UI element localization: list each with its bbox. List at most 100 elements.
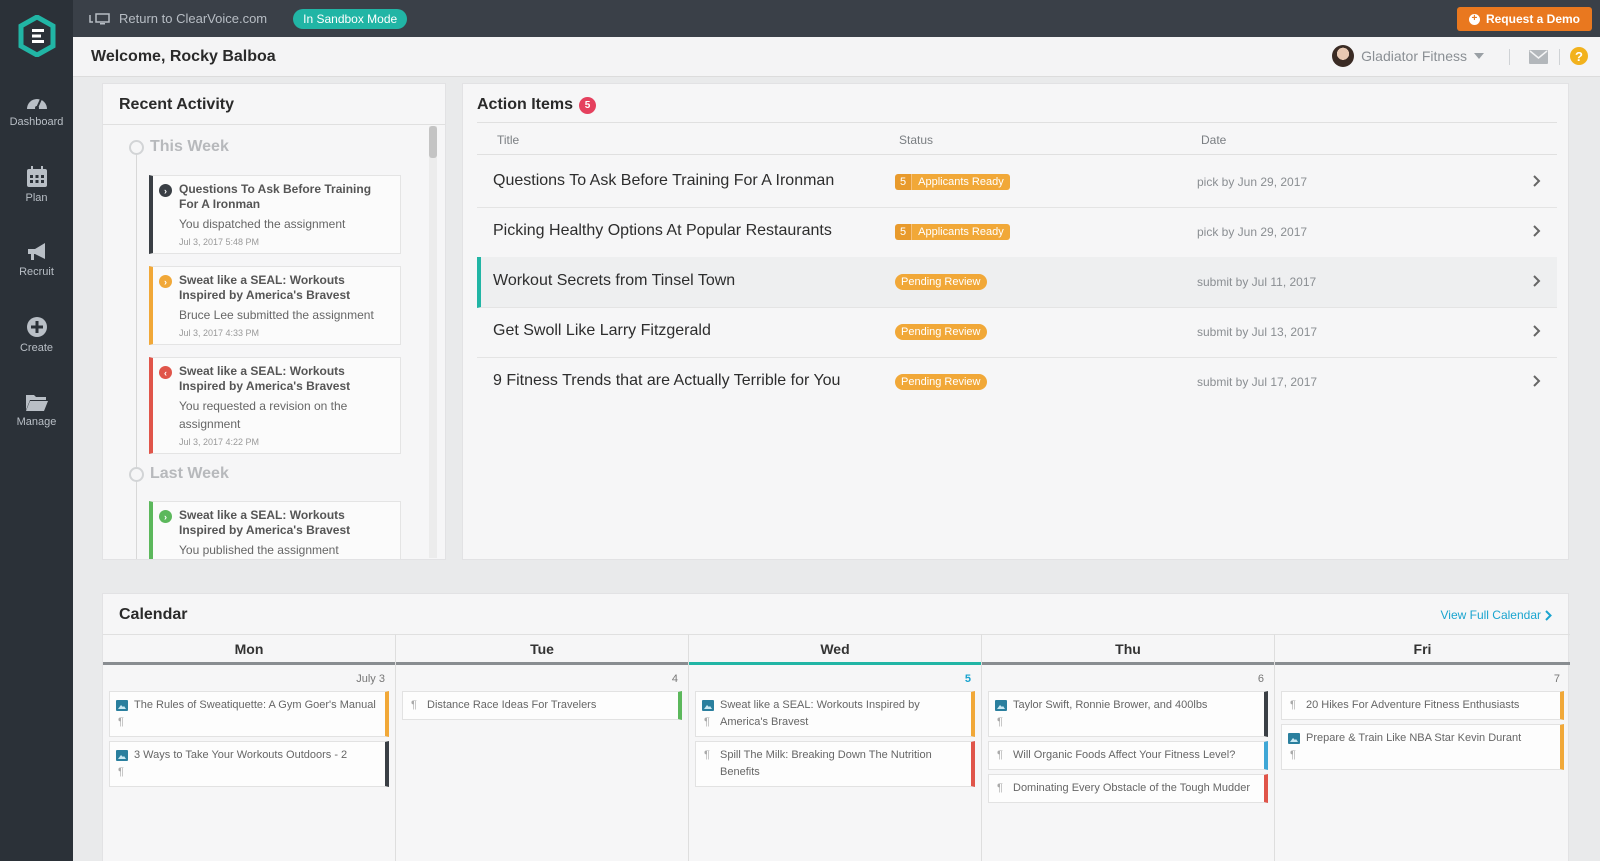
nav-manage[interactable]: Manage bbox=[0, 372, 73, 447]
row-date: submit by Jul 11, 2017 bbox=[1197, 275, 1317, 289]
calendar-day-wed: Wed 5 Sweat like a SEAL: Workouts Inspir… bbox=[689, 634, 982, 861]
activity-time: Jul 3, 2017 4:33 PM bbox=[179, 328, 260, 338]
action-items-title-text: Action Items bbox=[477, 96, 574, 113]
activity-time: Jul 3, 2017 4:22 PM bbox=[179, 437, 260, 447]
activity-title: Questions To Ask Before Training For A I… bbox=[179, 182, 372, 211]
paragraph-icon: ¶ bbox=[997, 716, 1003, 728]
divider bbox=[1509, 49, 1510, 65]
scroll-thumb[interactable] bbox=[429, 126, 437, 158]
chevron-right-icon bbox=[1533, 325, 1541, 337]
table-row[interactable]: Get Swoll Like Larry Fitzgerald Pending … bbox=[477, 307, 1557, 358]
chevron-right-icon bbox=[1533, 375, 1541, 387]
status-label: Pending Review bbox=[895, 374, 987, 390]
activity-desc: You published the assignment bbox=[179, 543, 339, 557]
calendar-event[interactable]: ¶ 20 Hikes For Adventure Fitness Enthusi… bbox=[1281, 691, 1564, 720]
calendar-event[interactable]: ¶ Dominating Every Obstacle of the Tough… bbox=[988, 774, 1268, 803]
clearvoice-logo[interactable] bbox=[0, 0, 73, 72]
calendar-event[interactable]: Prepare & Train Like NBA Star Kevin Dura… bbox=[1281, 724, 1564, 770]
plus-circle-icon: + bbox=[1468, 13, 1480, 25]
row-title: Workout Secrets from Tinsel Town bbox=[493, 272, 736, 289]
nav-plan[interactable]: Plan bbox=[0, 147, 73, 222]
mail-icon[interactable] bbox=[1529, 50, 1548, 64]
table-header: Title Status Date bbox=[477, 122, 1557, 155]
calendar-event[interactable]: ¶ Spill The Milk: Breaking Down The Nutr… bbox=[695, 741, 975, 787]
calendar-event[interactable]: Taylor Swift, Ronnie Brower, and 400lbs … bbox=[988, 691, 1268, 737]
activity-item[interactable]: › Sweat like a SEAL: Workouts Inspired b… bbox=[149, 266, 401, 345]
activity-item[interactable]: ‹ Sweat like a SEAL: Workouts Inspired b… bbox=[149, 357, 401, 454]
paragraph-icon: ¶ bbox=[704, 749, 710, 761]
nav-dashboard[interactable]: Dashboard bbox=[0, 72, 73, 147]
account-name: Gladiator Fitness bbox=[1361, 48, 1467, 64]
table-row[interactable]: Picking Healthy Options At Popular Resta… bbox=[477, 207, 1557, 258]
row-date: submit by Jul 17, 2017 bbox=[1197, 375, 1318, 389]
recent-activity-panel: Recent Activity This Week › Questions To… bbox=[102, 83, 446, 560]
event-title: 20 Hikes For Adventure Fitness Enthusias… bbox=[1306, 699, 1520, 711]
image-icon bbox=[702, 700, 714, 711]
activity-desc: You dispatched the assignment bbox=[179, 217, 346, 231]
status-count: 5 bbox=[895, 224, 913, 240]
arrow-left-circle-icon: ‹ bbox=[159, 366, 172, 379]
activity-title: Sweat like a SEAL: Workouts Inspired by … bbox=[179, 364, 351, 393]
paragraph-icon: ¶ bbox=[118, 716, 124, 728]
request-demo-button[interactable]: + Request a Demo bbox=[1456, 7, 1592, 31]
row-title: 9 Fitness Trends that are Actually Terri… bbox=[493, 372, 841, 389]
timeline-dot bbox=[129, 139, 144, 155]
paragraph-icon: ¶ bbox=[997, 749, 1003, 761]
calendar-event[interactable]: 3 Ways to Take Your Workouts Outdoors - … bbox=[109, 741, 389, 787]
return-link[interactable]: Return to ClearVoice.com bbox=[89, 11, 267, 26]
arrow-right-circle-icon: › bbox=[159, 184, 172, 197]
calendar-event[interactable]: The Rules of Sweatiquette: A Gym Goer's … bbox=[109, 691, 389, 737]
top-bar: Return to ClearVoice.com In Sandbox Mode… bbox=[73, 0, 1600, 37]
row-date: pick by Jun 29, 2017 bbox=[1197, 175, 1308, 189]
day-header: Thu bbox=[982, 634, 1274, 665]
calendar-day-tue: Tue 4 ¶ Distance Race Ideas For Traveler… bbox=[396, 634, 689, 861]
column-header-status: Status bbox=[899, 133, 934, 147]
nav-create[interactable]: Create bbox=[0, 297, 73, 372]
column-header-date: Date bbox=[1201, 133, 1227, 147]
calendar-event[interactable]: ¶ Distance Race Ideas For Travelers bbox=[402, 691, 682, 720]
paragraph-icon: ¶ bbox=[1290, 749, 1296, 761]
status-badge: 5 Applicants Ready bbox=[895, 224, 1010, 240]
day-header: Fri bbox=[1275, 634, 1570, 665]
image-icon bbox=[116, 750, 128, 761]
week-label-this: This Week bbox=[129, 138, 229, 156]
page-title: Welcome, Rocky Balboa bbox=[91, 47, 276, 65]
image-icon bbox=[1288, 733, 1300, 744]
row-date: pick by Jun 29, 2017 bbox=[1197, 225, 1308, 239]
recent-activity-title: Recent Activity bbox=[119, 96, 234, 113]
event-title: Spill The Milk: Breaking Down The Nutrit… bbox=[720, 749, 932, 778]
table-row[interactable]: Questions To Ask Before Training For A I… bbox=[477, 157, 1557, 208]
week-label-last: Last Week bbox=[129, 465, 229, 483]
event-title: Will Organic Foods Affect Your Fitness L… bbox=[1013, 749, 1236, 761]
nav-label: Manage bbox=[16, 415, 57, 428]
nav-recruit[interactable]: Recruit bbox=[0, 222, 73, 297]
help-icon[interactable]: ? bbox=[1570, 47, 1588, 65]
calendar-event[interactable]: ¶ Will Organic Foods Affect Your Fitness… bbox=[988, 741, 1268, 770]
activity-item[interactable]: › Questions To Ask Before Training For A… bbox=[149, 175, 401, 254]
activity-title: Sweat like a SEAL: Workouts Inspired by … bbox=[179, 273, 351, 302]
status-label: Pending Review bbox=[895, 324, 987, 340]
row-date: submit by Jul 13, 2017 bbox=[1197, 325, 1318, 339]
nav-label: Create bbox=[19, 341, 54, 354]
activity-desc: Bruce Lee submitted the assignment bbox=[179, 308, 374, 322]
chevron-right-icon bbox=[1533, 225, 1541, 237]
calendar-panel: Calendar View Full Calendar Mon July 3 T… bbox=[102, 593, 1570, 861]
nav-label: Plan bbox=[25, 191, 48, 204]
table-row[interactable]: Workout Secrets from Tinsel Town Pending… bbox=[477, 257, 1557, 308]
table-row[interactable]: 9 Fitness Trends that are Actually Terri… bbox=[477, 357, 1557, 408]
activity-item[interactable]: › Sweat like a SEAL: Workouts Inspired b… bbox=[149, 501, 401, 559]
account-switcher[interactable]: Gladiator Fitness bbox=[1332, 45, 1484, 67]
day-header: Tue bbox=[396, 634, 688, 665]
column-header-title: Title bbox=[497, 133, 520, 147]
avatar bbox=[1332, 45, 1355, 67]
calendar-day-fri: Fri 7 ¶ 20 Hikes For Adventure Fitness E… bbox=[1275, 634, 1570, 861]
view-full-calendar-link[interactable]: View Full Calendar bbox=[1441, 608, 1553, 622]
day-date: July 3 bbox=[356, 673, 385, 685]
event-title: The Rules of Sweatiquette: A Gym Goer's … bbox=[134, 699, 376, 711]
week-label-text: Last Week bbox=[150, 465, 229, 482]
scrollbar[interactable] bbox=[429, 126, 437, 558]
calendar-event[interactable]: Sweat like a SEAL: Workouts Inspired by … bbox=[695, 691, 975, 737]
event-title: Sweat like a SEAL: Workouts Inspired by … bbox=[720, 699, 920, 728]
image-icon bbox=[116, 700, 128, 711]
day-date: 7 bbox=[1553, 673, 1560, 685]
